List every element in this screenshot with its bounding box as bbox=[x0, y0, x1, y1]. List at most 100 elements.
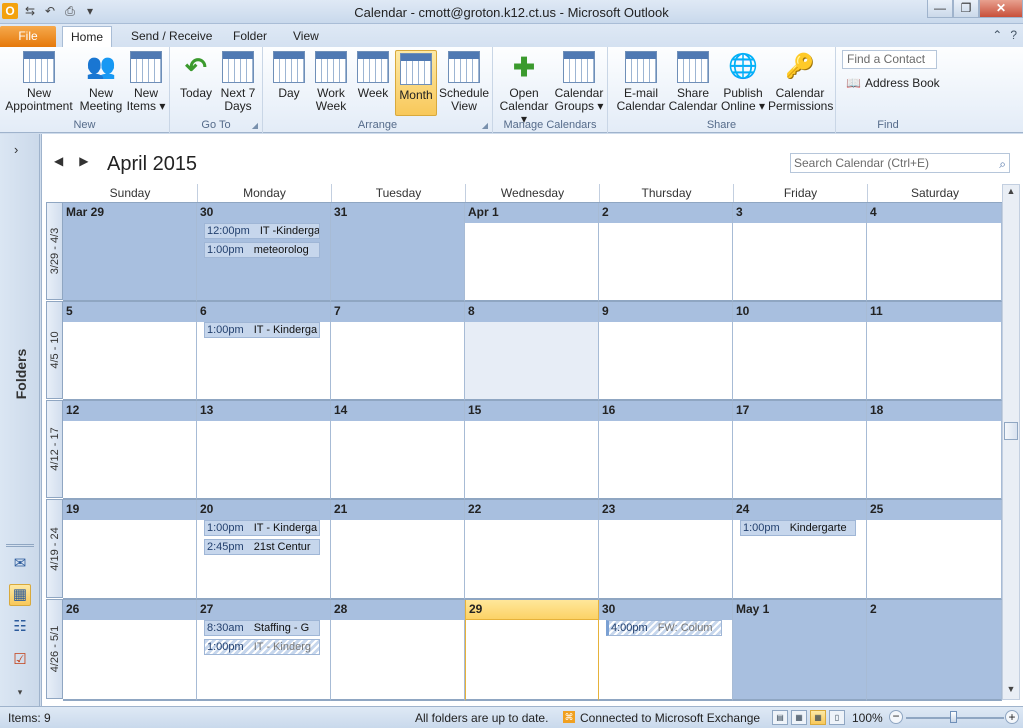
day-cell[interactable]: 6 1:00pm IT - Kinderga bbox=[197, 302, 331, 401]
day-cell[interactable]: 19 bbox=[63, 500, 197, 600]
appointment[interactable]: 1:00pm IT - Kinderga bbox=[204, 520, 320, 536]
day-cell[interactable]: 29 bbox=[465, 600, 599, 701]
expand-pane-icon[interactable]: › bbox=[14, 142, 18, 157]
day-cell[interactable]: 25 bbox=[867, 500, 1002, 600]
find-contact-input[interactable]: Find a Contact bbox=[842, 50, 937, 69]
tab-home[interactable]: Home bbox=[62, 26, 113, 47]
day-cell[interactable]: 21 bbox=[331, 500, 465, 600]
zoom-in-button[interactable]: + bbox=[1005, 710, 1019, 724]
appointment[interactable]: 8:30am Staffing - G bbox=[204, 620, 320, 636]
address-book-button[interactable]: 📖 Address Book bbox=[846, 76, 940, 90]
appointment[interactable]: 12:00pm IT -Kinderga bbox=[204, 223, 320, 239]
publish-online-button[interactable]: 🌐 Publish Online ▾ bbox=[718, 51, 768, 113]
share-calendar-button[interactable]: Share Calendar bbox=[668, 51, 718, 113]
week-label[interactable]: 3/29 - 4/3 bbox=[46, 202, 63, 300]
day-cell[interactable]: 2 bbox=[867, 600, 1002, 701]
restore-button[interactable]: ❐ bbox=[953, 0, 979, 18]
appointment[interactable]: 2:45pm 21st Centur bbox=[204, 539, 320, 555]
zoom-level[interactable]: 100% bbox=[852, 711, 883, 725]
collapse-ribbon-icon[interactable]: ⌃ bbox=[992, 28, 1002, 42]
day-view-button[interactable]: Day bbox=[269, 51, 309, 100]
scroll-thumb[interactable] bbox=[1004, 422, 1018, 440]
day-cell[interactable]: 27 8:30am Staffing - G 1:00pm IT - Kinderg bbox=[197, 600, 331, 701]
new-appointment-button[interactable]: New Appointment bbox=[4, 51, 74, 113]
previous-month-button[interactable]: ◀ bbox=[54, 154, 63, 168]
day-cell[interactable]: 30 12:00pm IT -Kinderga 1:00pm meteorolog bbox=[197, 203, 331, 302]
dialog-launcher-icon[interactable]: ◢ bbox=[252, 121, 258, 130]
calendar-nav-icon[interactable]: ▦ bbox=[9, 584, 31, 606]
week-view-button[interactable]: Week bbox=[353, 51, 393, 100]
day-cell[interactable]: 30 4:00pm FW: Colum bbox=[599, 600, 733, 701]
month-view-icon[interactable]: ▦ bbox=[810, 710, 826, 725]
day-cell[interactable]: 13 bbox=[197, 401, 331, 500]
week-label[interactable]: 4/5 - 10 bbox=[46, 301, 63, 399]
day-cell[interactable]: 11 bbox=[867, 302, 1002, 401]
calendar-permissions-button[interactable]: 🔑 Calendar Permissions bbox=[768, 51, 833, 113]
work-week-view-button[interactable]: Work Week bbox=[311, 51, 351, 113]
day-cell[interactable]: 15 bbox=[465, 401, 599, 500]
email-calendar-button[interactable]: E-mail Calendar bbox=[616, 51, 666, 113]
dialog-launcher-icon[interactable]: ◢ bbox=[482, 121, 488, 130]
day-cell[interactable]: 4 bbox=[867, 203, 1002, 302]
configure-buttons-icon[interactable]: ▾ bbox=[9, 682, 31, 704]
new-meeting-button[interactable]: 👥 New Meeting bbox=[78, 51, 124, 113]
next-7-days-button[interactable]: Next 7 Days bbox=[218, 51, 258, 113]
day-cell[interactable]: 9 bbox=[599, 302, 733, 401]
tasks-icon[interactable]: ☑ bbox=[9, 650, 31, 672]
search-icon[interactable]: ⌕ bbox=[999, 155, 1006, 173]
new-items-button[interactable]: New Items ▾ bbox=[126, 51, 166, 113]
zoom-out-button[interactable]: − bbox=[889, 710, 903, 724]
month-view-button[interactable]: Month bbox=[395, 50, 437, 116]
day-cell[interactable]: 20 1:00pm IT - Kinderga 2:45pm 21st Centur bbox=[197, 500, 331, 600]
close-button[interactable]: ✕ bbox=[979, 0, 1023, 18]
day-cell[interactable]: 17 bbox=[733, 401, 867, 500]
appointment[interactable]: 4:00pm FW: Colum bbox=[606, 620, 722, 636]
day-cell[interactable]: 12 bbox=[63, 401, 197, 500]
day-cell[interactable]: 28 bbox=[331, 600, 465, 701]
minimize-button[interactable]: — bbox=[927, 0, 953, 18]
next-month-button[interactable]: ▶ bbox=[79, 154, 88, 168]
day-cell[interactable]: 2 bbox=[599, 203, 733, 302]
day-cell[interactable]: 14 bbox=[331, 401, 465, 500]
today-button[interactable]: ↶ Today bbox=[176, 51, 216, 100]
tab-folder[interactable]: Folder bbox=[225, 26, 275, 47]
zoom-slider-knob[interactable] bbox=[950, 711, 957, 723]
open-calendar-button[interactable]: ✚ Open Calendar ▾ bbox=[497, 51, 551, 126]
day-cell[interactable]: 23 bbox=[599, 500, 733, 600]
folders-label[interactable]: Folders bbox=[6, 334, 36, 414]
day-cell[interactable]: May 1 bbox=[733, 600, 867, 701]
day-cell[interactable]: Mar 29 bbox=[63, 203, 197, 302]
week-label[interactable]: 4/19 - 24 bbox=[46, 499, 63, 598]
week-label[interactable]: 4/26 - 5/1 bbox=[46, 599, 63, 699]
day-cell[interactable]: 5 bbox=[63, 302, 197, 401]
reading-view-icon[interactable]: ▯ bbox=[829, 710, 845, 725]
day-cell[interactable]: 26 bbox=[63, 600, 197, 701]
calendar-view-icon[interactable]: ▦ bbox=[791, 710, 807, 725]
day-cell[interactable]: 3 bbox=[733, 203, 867, 302]
mail-icon[interactable]: ✉ bbox=[9, 554, 31, 576]
tab-file[interactable]: File bbox=[0, 26, 56, 47]
tab-view[interactable]: View bbox=[285, 26, 327, 47]
scroll-up-icon[interactable]: ▲ bbox=[1004, 186, 1018, 200]
vertical-scrollbar[interactable]: ▲ ▼ bbox=[1002, 184, 1020, 700]
search-calendar-input[interactable]: Search Calendar (Ctrl+E) ⌕ bbox=[790, 153, 1010, 173]
day-cell[interactable]: 10 bbox=[733, 302, 867, 401]
day-cell[interactable]: Apr 1 bbox=[465, 203, 599, 302]
appointment[interactable]: 1:00pm IT - Kinderga bbox=[204, 322, 320, 338]
schedule-view-button[interactable]: Schedule View bbox=[439, 51, 489, 113]
day-cell[interactable]: 8 bbox=[465, 302, 599, 401]
day-cell[interactable]: 31 bbox=[331, 203, 465, 302]
day-cell[interactable]: 24 1:00pm Kindergarte bbox=[733, 500, 867, 600]
appointment[interactable]: 1:00pm meteorolog bbox=[204, 242, 320, 258]
calendar-groups-button[interactable]: Calendar Groups ▾ bbox=[553, 51, 605, 113]
day-cell[interactable]: 16 bbox=[599, 401, 733, 500]
pane-splitter[interactable] bbox=[6, 544, 34, 547]
contacts-icon[interactable]: ☷ bbox=[9, 617, 31, 639]
day-cell[interactable]: 7 bbox=[331, 302, 465, 401]
day-cell[interactable]: 18 bbox=[867, 401, 1002, 500]
normal-view-icon[interactable]: ▤ bbox=[772, 710, 788, 725]
week-label[interactable]: 4/12 - 17 bbox=[46, 400, 63, 498]
scroll-down-icon[interactable]: ▼ bbox=[1004, 684, 1018, 698]
day-cell[interactable]: 22 bbox=[465, 500, 599, 600]
help-icon[interactable]: ? bbox=[1010, 28, 1017, 42]
